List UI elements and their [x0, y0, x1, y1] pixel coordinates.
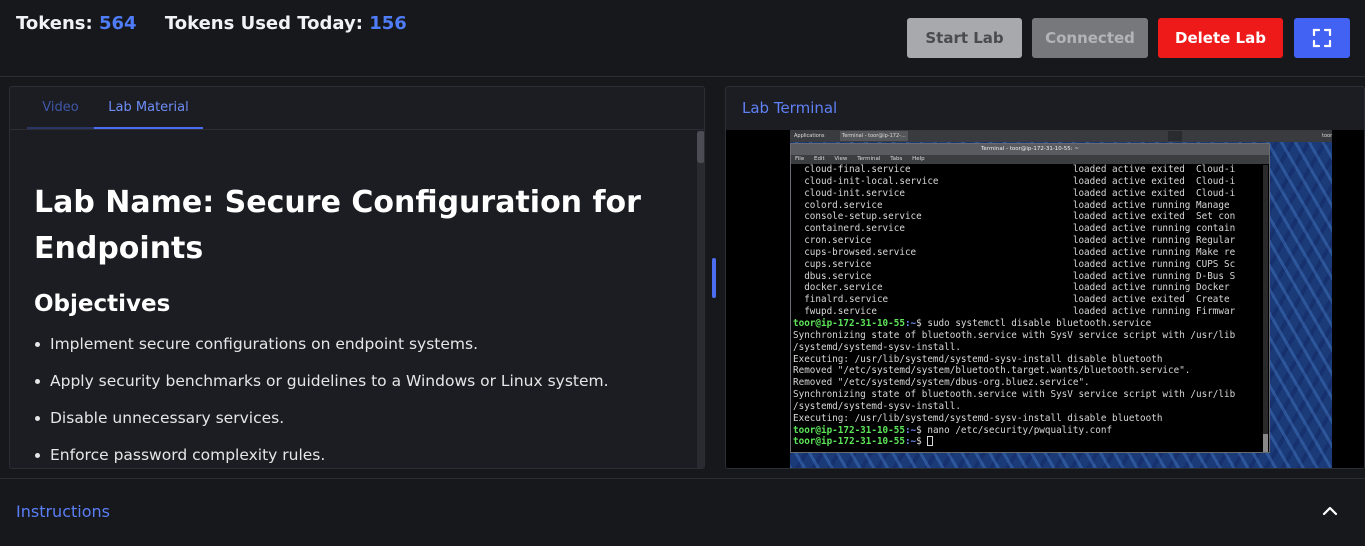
instructions-label[interactable]: Instructions — [16, 502, 110, 521]
terminal-line: Removed "/etc/systemd/system/bluetooth.t… — [793, 365, 1191, 377]
terminal-cursor — [927, 436, 934, 447]
content-scrollbar[interactable] — [697, 131, 704, 468]
terminal-command-line: toor@ip-172-31-10-55:~$ nano /etc/securi… — [793, 424, 1113, 436]
terminal-line: Executing: /usr/lib/systemd/systemd-sysv… — [793, 412, 1163, 424]
terminal-title: Terminal - toor@ip-172-31-10-55: ~ — [980, 146, 1080, 152]
terminal-line: finalrd.service loaded active exited Cre… — [793, 294, 1236, 306]
delete-lab-button[interactable]: Delete Lab — [1158, 18, 1283, 58]
fullscreen-icon — [1312, 28, 1332, 48]
terminal-window[interactable]: Terminal - toor@ip-172-31-10-55: ~ File … — [790, 143, 1270, 453]
remote-user[interactable]: toor — [1320, 131, 1334, 141]
menu-terminal[interactable]: Terminal — [857, 156, 880, 162]
tab-lab-material[interactable]: Lab Material — [94, 87, 203, 129]
tokens-used-label: Tokens Used Today: — [164, 13, 363, 34]
terminal-menubar: File Edit View Terminal Tabs Help — [791, 155, 1269, 164]
terminal-line: containerd.service loaded active running… — [793, 223, 1236, 235]
terminal-line: cups-browsed.service loaded active runni… — [793, 246, 1236, 258]
terminal-line: dbus.service loaded active running D-Bus… — [793, 270, 1236, 282]
terminal-line: Synchronizing state of bluetooth.service… — [793, 389, 1236, 401]
menu-tabs[interactable]: Tabs — [890, 156, 902, 162]
terminal-line: Synchronizing state of bluetooth.service… — [793, 329, 1236, 341]
menu-view[interactable]: View — [834, 156, 847, 162]
terminal-line: docker.service loaded active running Doc… — [793, 282, 1236, 294]
token-counter: Tokens: 564 Tokens Used Today: 156 — [16, 13, 407, 34]
lab-material-panel: Video Lab Material Lab Name: Secure Conf… — [9, 86, 705, 469]
menu-help[interactable]: Help — [912, 156, 925, 162]
chevron-up-icon[interactable] — [1320, 501, 1340, 521]
terminal-line: console-setup.service loaded active exit… — [793, 211, 1236, 223]
terminal-scrollbar-thumb[interactable] — [1263, 434, 1268, 452]
remote-desktop[interactable]: Applications Terminal - toor@ip-172-... … — [790, 130, 1332, 468]
tokens-used-value: 156 — [369, 13, 407, 34]
applications-menu[interactable]: Applications — [792, 131, 827, 141]
menu-edit[interactable]: Edit — [814, 156, 825, 162]
remote-desktop-view[interactable]: Applications Terminal - toor@ip-172-... … — [726, 130, 1364, 468]
terminal-line: /systemd/systemd-sysv-install. — [793, 341, 961, 353]
content-scrollbar-thumb[interactable] — [697, 131, 704, 163]
tokens-value: 564 — [98, 13, 137, 34]
terminal-line: fwupd.service loaded active running Firm… — [793, 306, 1236, 318]
terminal-task[interactable]: Terminal - toor@ip-172-... — [840, 131, 908, 141]
terminal-output[interactable]: cloud-final.service loaded active exited… — [791, 164, 1269, 448]
objectives-heading: Objectives — [34, 291, 171, 317]
tokens-label: Tokens: — [16, 13, 93, 34]
remote-taskbar[interactable]: Applications Terminal - toor@ip-172-... … — [790, 130, 1332, 142]
terminal-line: cloud-init.service loaded active exited … — [793, 187, 1236, 199]
fullscreen-button[interactable] — [1294, 18, 1350, 58]
terminal-line: cloud-final.service loaded active exited… — [793, 164, 1236, 175]
terminal-line: Removed "/etc/systemd/system/dbus-org.bl… — [793, 377, 1090, 389]
terminal-scrollbar[interactable] — [1263, 165, 1268, 451]
objective-item: Disable unnecessary services. — [34, 408, 695, 445]
lab-name-heading: Lab Name: Secure Configuration for Endpo… — [34, 185, 641, 266]
lab-terminal-panel: Lab Terminal Applications Terminal - too… — [725, 86, 1365, 469]
objective-item: Enforce password complexity rules. — [34, 445, 695, 468]
terminal-command-line: toor@ip-172-31-10-55:~$ sudo systemctl d… — [793, 317, 1152, 329]
terminal-line: /systemd/systemd-sysv-install. — [793, 400, 961, 412]
terminal-titlebar: Terminal - toor@ip-172-31-10-55: ~ — [791, 144, 1269, 155]
top-bar: Tokens: 564 Tokens Used Today: 156 Start… — [0, 0, 1365, 77]
terminal-line: Executing: /usr/lib/systemd/systemd-sysv… — [793, 353, 1163, 365]
content-tabs: Video Lab Material — [10, 87, 704, 130]
start-lab-button[interactable]: Start Lab — [907, 18, 1022, 58]
lab-material-content: Lab Name: Secure Configuration for Endpo… — [10, 131, 695, 468]
objective-item: Implement secure configurations on endpo… — [34, 334, 695, 371]
terminal-line: cloud-init-local.service loaded active e… — [793, 175, 1236, 187]
objective-item: Apply security benchmarks or guidelines … — [34, 371, 695, 408]
workspace-indicator[interactable] — [1168, 131, 1182, 141]
lab-terminal-title: Lab Terminal — [742, 99, 838, 117]
terminal-line: cron.service loaded active running Regul… — [793, 235, 1236, 247]
connected-button[interactable]: Connected — [1032, 18, 1148, 58]
instructions-bar[interactable]: Instructions — [0, 478, 1365, 546]
panel-resize-handle[interactable] — [712, 258, 716, 298]
menu-file[interactable]: File — [795, 156, 804, 162]
terminal-line: cups.service loaded active running CUPS … — [793, 258, 1236, 270]
terminal-line: colord.service loaded active running Man… — [793, 199, 1230, 211]
terminal-command-line: toor@ip-172-31-10-55:~$ — [793, 436, 1269, 448]
tab-video[interactable]: Video — [27, 87, 94, 129]
objectives-list: Implement secure configurations on endpo… — [34, 334, 695, 468]
